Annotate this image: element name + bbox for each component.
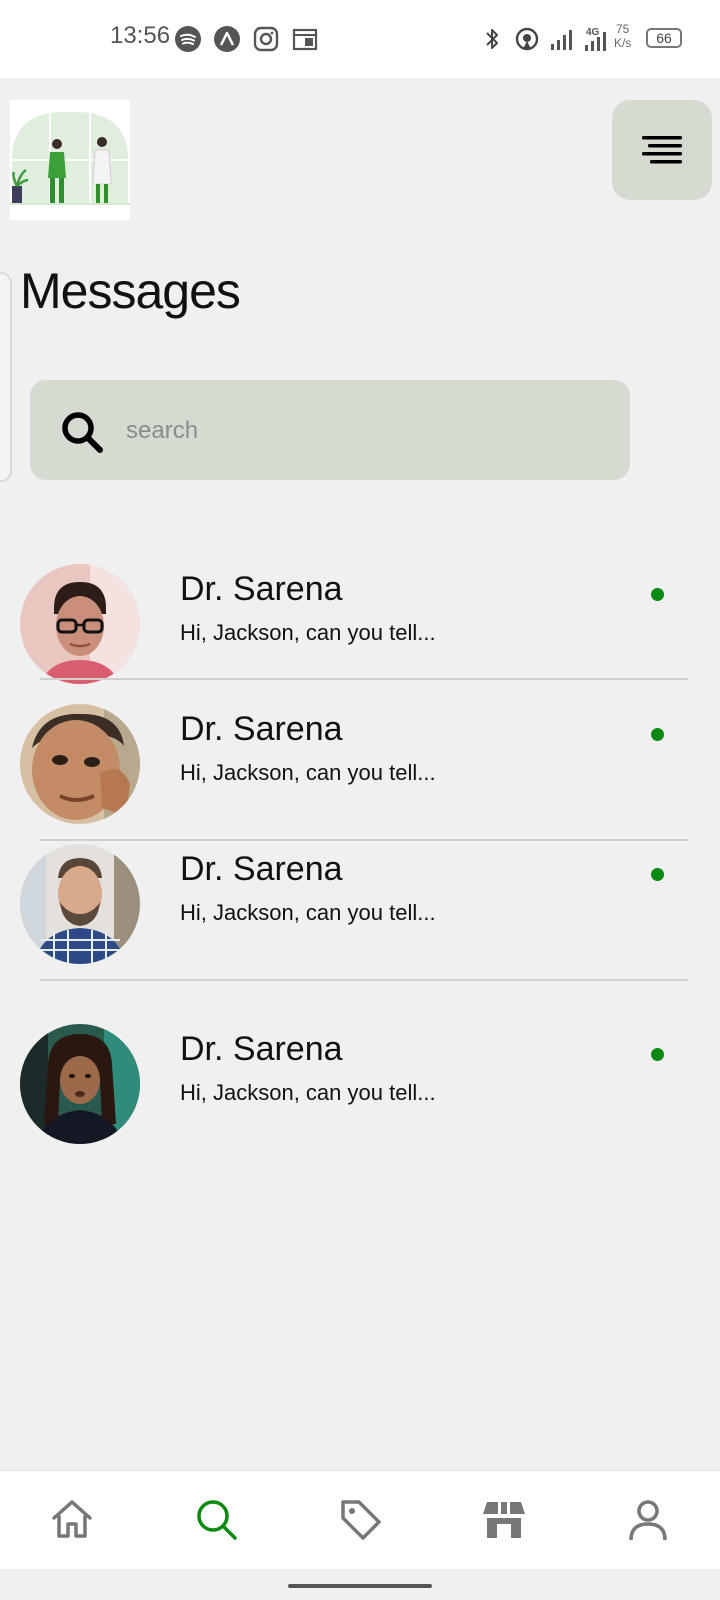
bottom-navigation: [0, 1470, 720, 1569]
network-speed: 75 K/s: [614, 22, 631, 50]
message-preview: Hi, Jackson, can you tell...: [180, 900, 436, 925]
bluetooth-icon: [478, 25, 506, 53]
nav-store[interactable]: [472, 1487, 536, 1551]
nav-offers[interactable]: [328, 1487, 392, 1551]
battery-level: 66: [656, 30, 672, 46]
conversation-item[interactable]: Dr. Sarena Hi, Jackson, can you tell...: [0, 840, 720, 970]
contact-name: Dr. Sarena: [180, 1030, 343, 1068]
contact-name: Dr. Sarena: [180, 710, 343, 748]
contact-name: Dr. Sarena: [180, 850, 343, 888]
online-status-dot: [651, 1048, 664, 1061]
instagram-icon: [252, 25, 280, 53]
conversation-item[interactable]: Dr. Sarena Hi, Jackson, can you tell...: [0, 700, 720, 830]
signal-4g-label: 4G: [586, 27, 600, 38]
message-preview: Hi, Jackson, can you tell...: [180, 1080, 436, 1105]
list-divider: [40, 979, 688, 981]
avatar: [20, 1024, 140, 1144]
message-preview: Hi, Jackson, can you tell...: [180, 620, 436, 645]
network-speed-value: 75: [615, 22, 630, 36]
signal-icon: [548, 25, 576, 53]
status-bar: 13:56 4G 75 K/s 66: [0, 0, 720, 78]
online-status-dot: [651, 728, 664, 741]
app-a-icon: [213, 25, 241, 53]
nav-home[interactable]: [40, 1487, 104, 1551]
nav-search[interactable]: [184, 1487, 248, 1551]
menu-button[interactable]: [612, 100, 712, 200]
search-icon: [58, 408, 106, 456]
side-drawer-handle[interactable]: [0, 272, 12, 482]
avatar: [20, 564, 140, 684]
network-speed-unit: K/s: [614, 36, 632, 50]
page-title: Messages: [20, 263, 241, 319]
status-time: 13:56: [110, 22, 171, 49]
conversation-item[interactable]: Dr. Sarena Hi, Jackson, can you tell...: [0, 1020, 720, 1150]
gesture-bar[interactable]: [288, 1584, 432, 1588]
spotify-icon: [174, 25, 202, 53]
list-divider: [40, 678, 688, 680]
message-preview: Hi, Jackson, can you tell...: [180, 760, 436, 785]
search-bar[interactable]: [30, 380, 630, 480]
hamburger-menu-icon: [642, 136, 684, 171]
hotspot-icon: [513, 25, 541, 53]
conversation-item[interactable]: Dr. Sarena Hi, Jackson, can you tell...: [0, 560, 720, 690]
search-input[interactable]: [124, 410, 608, 452]
nav-profile[interactable]: [616, 1487, 680, 1551]
avatar: [20, 844, 140, 964]
signal-4g-icon: 4G: [582, 25, 610, 53]
contact-name: Dr. Sarena: [180, 570, 343, 608]
app-logo: [10, 100, 130, 220]
calendar-icon: [291, 25, 319, 53]
avatar: [20, 704, 140, 824]
online-status-dot: [651, 868, 664, 881]
battery-indicator: 66: [646, 28, 682, 48]
online-status-dot: [651, 588, 664, 601]
